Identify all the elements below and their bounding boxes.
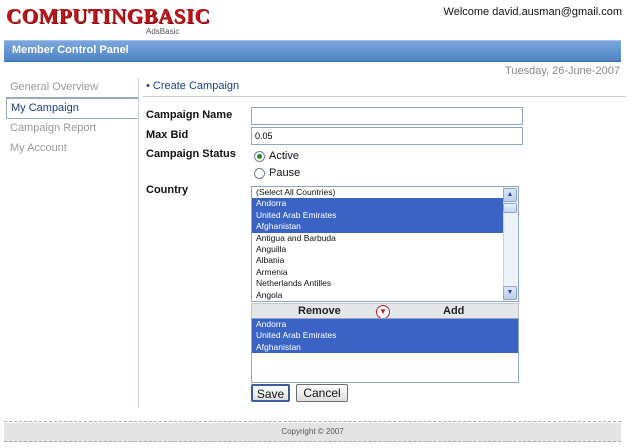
status-pause-radio[interactable] [254,167,265,179]
content-divider [138,78,139,408]
save-button[interactable]: Save [251,384,290,402]
max-bid-label: Max Bid [146,129,189,141]
copyright-text: Copyright © 2007 [281,427,344,436]
scroll-up-icon[interactable]: ▲ [503,188,517,202]
status-pause-label: Pause [269,167,301,179]
welcome-message: Welcome david.ausman@gmail.com [443,6,622,18]
status-active-option[interactable]: Active [254,150,299,162]
selected-countries-listbox[interactable]: Andorra United Arab Emirates Afghanistan [251,318,519,383]
add-button[interactable]: Add [443,304,464,318]
status-active-label: Active [269,150,299,162]
country-option[interactable]: Andorra [252,198,518,210]
status-active-radio[interactable] [254,150,265,162]
sidebar-nav: General Overview My Campaign Campaign Re… [6,78,138,159]
max-bid-input[interactable] [251,127,523,145]
country-option[interactable]: Afghanistan [252,221,518,233]
sidebar-item-campaign-report[interactable]: Campaign Report [6,119,138,139]
sidebar-item-my-account[interactable]: My Account [6,139,138,159]
logo-subtitle: AdsBasic [146,27,180,36]
country-scrollbar[interactable]: ▲ ▼ [503,187,518,301]
country-option[interactable]: Angola [252,290,518,301]
site-logo[interactable]: COMPUTINGBASIC AdsBasic [6,4,211,36]
logo-text: COMPUTINGBASIC [6,4,211,28]
campaign-name-input[interactable] [251,107,523,125]
scrollbar-thumb[interactable] [503,203,517,213]
country-option[interactable]: (Select All Countries) [252,187,518,198]
country-option[interactable]: Albania [252,255,518,266]
selected-country-option[interactable]: Afghanistan [252,341,518,354]
country-listbox[interactable]: (Select All Countries) Andorra United Ar… [251,186,519,302]
breadcrumb-create-campaign[interactable]: • Create Campaign [146,80,239,92]
cancel-button[interactable]: Cancel [296,384,348,402]
campaign-status-label: Campaign Status [146,148,236,160]
country-option[interactable]: United Arab Emirates [252,209,518,222]
sidebar-item-general-overview[interactable]: General Overview [6,78,138,98]
country-option[interactable]: Anguilla [252,244,518,255]
country-label: Country [146,184,189,196]
sidebar-item-my-campaign[interactable]: My Campaign [6,98,138,119]
footer: Copyright © 2007 [4,423,621,442]
country-option[interactable]: Armenia [252,267,518,278]
remove-button[interactable]: Remove [298,304,341,318]
campaign-name-label: Campaign Name [146,109,233,121]
panel-title: Member Control Panel [12,44,129,56]
status-pause-option[interactable]: Pause [254,167,300,179]
selected-country-option[interactable]: Andorra [252,319,518,331]
scroll-down-icon[interactable]: ▼ [503,286,517,300]
current-date: Tuesday, 26-June-2007 [505,65,620,77]
panel-header-bar: Member Control Panel [4,40,621,62]
selected-country-option[interactable]: United Arab Emirates [252,330,518,342]
move-controls-bar: Remove ▼ Add [251,303,519,319]
breadcrumb-divider [142,96,626,97]
country-option[interactable]: Netherlands Antilles [252,278,518,289]
move-down-icon[interactable]: ▼ [376,305,390,319]
country-option[interactable]: Antigua and Barbuda [252,233,518,244]
